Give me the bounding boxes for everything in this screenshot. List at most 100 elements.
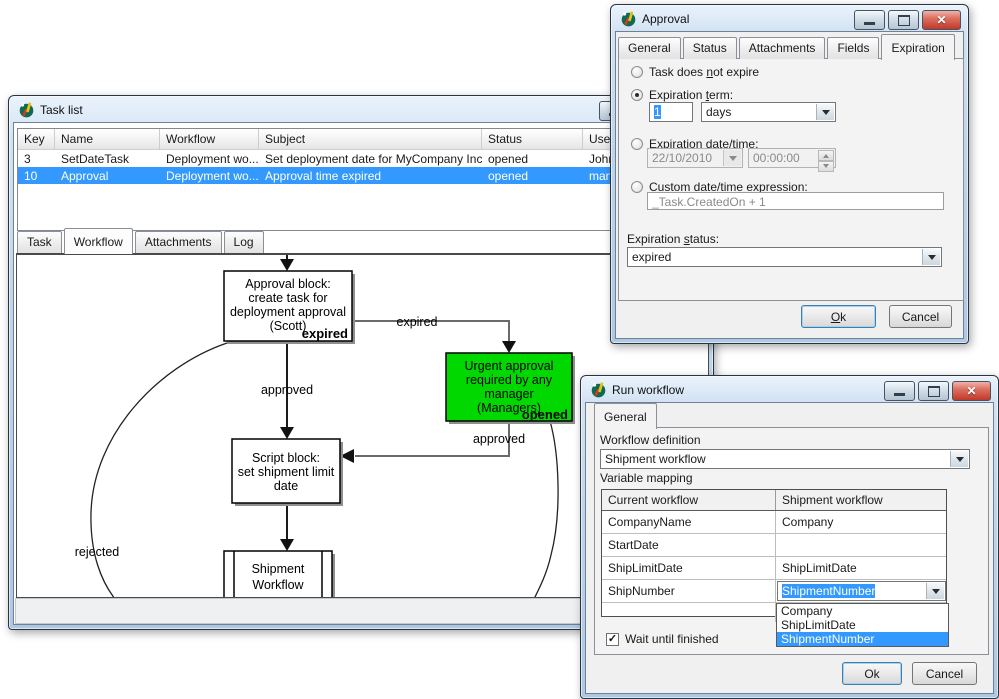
cell-subject: Set deployment date for MyCompany Inc. — [259, 150, 482, 167]
diagram-node-shipment-workflow: Shipment Workflow — [224, 551, 335, 597]
tab-task[interactable]: Task — [17, 231, 62, 253]
cell-workflow: Deployment wo... — [160, 167, 259, 184]
column-header-shipment-workflow: Shipment workflow — [776, 490, 946, 510]
app-icon — [18, 101, 35, 118]
tab-expiration[interactable]: Expiration — [881, 34, 954, 60]
diagram-node-script-block: Script block: set shipment limit date — [232, 439, 343, 506]
maximize-button[interactable] — [918, 381, 949, 401]
cancel-button[interactable]: Cancel — [889, 305, 952, 328]
maximize-icon — [898, 15, 910, 26]
chevron-down-icon — [823, 164, 829, 171]
node-status: expired — [302, 326, 348, 341]
svg-text:Workflow: Workflow — [252, 578, 304, 592]
expiration-status-combo[interactable]: expired — [627, 247, 942, 267]
radio-task-does-not-expire[interactable] — [631, 66, 643, 78]
expiration-term-unit-combo[interactable]: days — [701, 102, 836, 122]
expiration-term-input[interactable]: 1 — [649, 102, 693, 122]
check-icon: ✓ — [608, 633, 617, 645]
edge-label-expired: expired — [397, 315, 438, 329]
expiration-time-spinner[interactable]: 00:00:00 — [748, 148, 836, 168]
chevron-down-icon — [956, 457, 964, 466]
column-header-status[interactable]: Status — [482, 129, 583, 149]
column-header-workflow[interactable]: Workflow — [160, 129, 259, 149]
mapping-row[interactable]: StartDate — [602, 534, 946, 557]
dropdown-button[interactable] — [926, 583, 944, 599]
ok-button[interactable]: Ok — [842, 662, 902, 685]
mapping-row[interactable]: CompanyName Company — [602, 511, 946, 534]
close-icon: ✕ — [966, 384, 976, 398]
diagram-node-approval-block: Approval block: create task for deployme… — [224, 271, 355, 344]
dropdown-button[interactable] — [723, 150, 741, 166]
maximize-button[interactable] — [888, 10, 919, 30]
svg-text:create task for: create task for — [248, 291, 327, 305]
app-icon — [590, 381, 607, 398]
tab-status[interactable]: Status — [683, 37, 737, 59]
tab-fields[interactable]: Fields — [827, 37, 879, 59]
edge-label-approved: approved — [261, 383, 313, 397]
cell-subject: Approval time expired — [259, 167, 482, 184]
mapping-cell: ShipLimitDate — [776, 557, 946, 579]
mapping-cell: Company — [776, 511, 946, 533]
mapping-row[interactable]: ShipLimitDate ShipLimitDate — [602, 557, 946, 580]
radio-expiration-datetime[interactable] — [631, 138, 643, 150]
cell-status: opened — [482, 167, 583, 184]
dropdown-button[interactable] — [950, 451, 968, 467]
spin-up-button[interactable] — [818, 150, 834, 161]
chevron-up-icon — [823, 151, 829, 158]
svg-text:deployment approval: deployment approval — [230, 305, 346, 319]
tab-log[interactable]: Log — [224, 231, 264, 253]
dropdown-button[interactable] — [922, 249, 940, 265]
custom-expression-input[interactable]: _Task.CreatedOn + 1 — [647, 192, 944, 210]
ok-button[interactable]: Ok — [801, 305, 876, 328]
radio-label-expiration-term: Expiration term: — [649, 88, 733, 102]
tab-attachments[interactable]: Attachments — [135, 231, 222, 253]
mapping-cell: ShipLimitDate — [602, 557, 776, 579]
table-row-selected[interactable]: 10 Approval Deployment wo... Approval ti… — [18, 167, 706, 184]
dropdown-button[interactable] — [816, 104, 834, 120]
column-header-name[interactable]: Name — [55, 129, 160, 149]
cell-name: SetDateTask — [55, 150, 160, 167]
expiration-date-picker[interactable]: 22/10/2010 — [647, 148, 743, 168]
minimize-button[interactable] — [854, 10, 885, 30]
close-button[interactable]: ✕ — [952, 381, 991, 401]
svg-text:date: date — [274, 479, 298, 493]
task-table-header: Key Name Workflow Subject Status User — [18, 129, 706, 150]
cell-key: 3 — [18, 150, 55, 167]
edge-label-approved: approved — [473, 432, 525, 446]
chevron-down-icon — [932, 589, 940, 598]
table-row[interactable]: 3 SetDateTask Deployment wo... Set deplo… — [18, 150, 706, 167]
dropdown-item[interactable]: ShipLimitDate — [777, 618, 948, 632]
radio-label-task-does-not-expire: Task does not expire — [649, 65, 759, 79]
app-icon — [620, 10, 637, 27]
workflow-definition-combo[interactable]: Shipment workflow — [600, 449, 970, 469]
minimize-icon — [864, 22, 875, 25]
chevron-down-icon — [822, 110, 830, 119]
mapping-cell: StartDate — [602, 534, 776, 556]
tab-workflow[interactable]: Workflow — [64, 228, 133, 254]
column-header-key[interactable]: Key — [18, 129, 55, 149]
mapping-value-combo[interactable]: ShipmentNumber — [777, 581, 946, 601]
close-button[interactable]: ✕ — [922, 10, 961, 30]
column-header-subject[interactable]: Subject — [259, 129, 482, 149]
dropdown-item-selected[interactable]: ShipmentNumber — [777, 632, 948, 646]
tab-general[interactable]: General — [594, 403, 657, 429]
tab-attachments[interactable]: Attachments — [739, 37, 826, 59]
minimize-button[interactable] — [884, 381, 915, 401]
dropdown-item[interactable]: Company — [777, 604, 948, 618]
svg-text:set shipment limit: set shipment limit — [238, 465, 335, 479]
svg-text:Urgent approval: Urgent approval — [465, 359, 554, 373]
radio-expiration-term[interactable] — [631, 89, 643, 101]
cancel-button[interactable]: Cancel — [912, 662, 977, 685]
variable-mapping-table: Current workflow Shipment workflow Compa… — [601, 489, 947, 617]
mapping-row[interactable]: ShipNumber ShipmentNumber — [602, 580, 946, 603]
window-title: Run workflow — [612, 383, 684, 397]
radio-custom-expression[interactable] — [631, 181, 643, 193]
close-icon: ✕ — [936, 13, 946, 27]
workflow-definition-label: Workflow definition — [600, 433, 701, 447]
wait-until-finished-checkbox[interactable]: ✓ — [606, 633, 619, 646]
diagram-node-urgent-approval: Urgent approval required by any manager … — [446, 353, 575, 424]
spin-down-button[interactable] — [818, 161, 834, 172]
mapping-combo-dropdown-list: Company ShipLimitDate ShipmentNumber — [776, 603, 949, 647]
tab-general[interactable]: General — [618, 37, 681, 59]
minimize-icon — [894, 393, 905, 396]
